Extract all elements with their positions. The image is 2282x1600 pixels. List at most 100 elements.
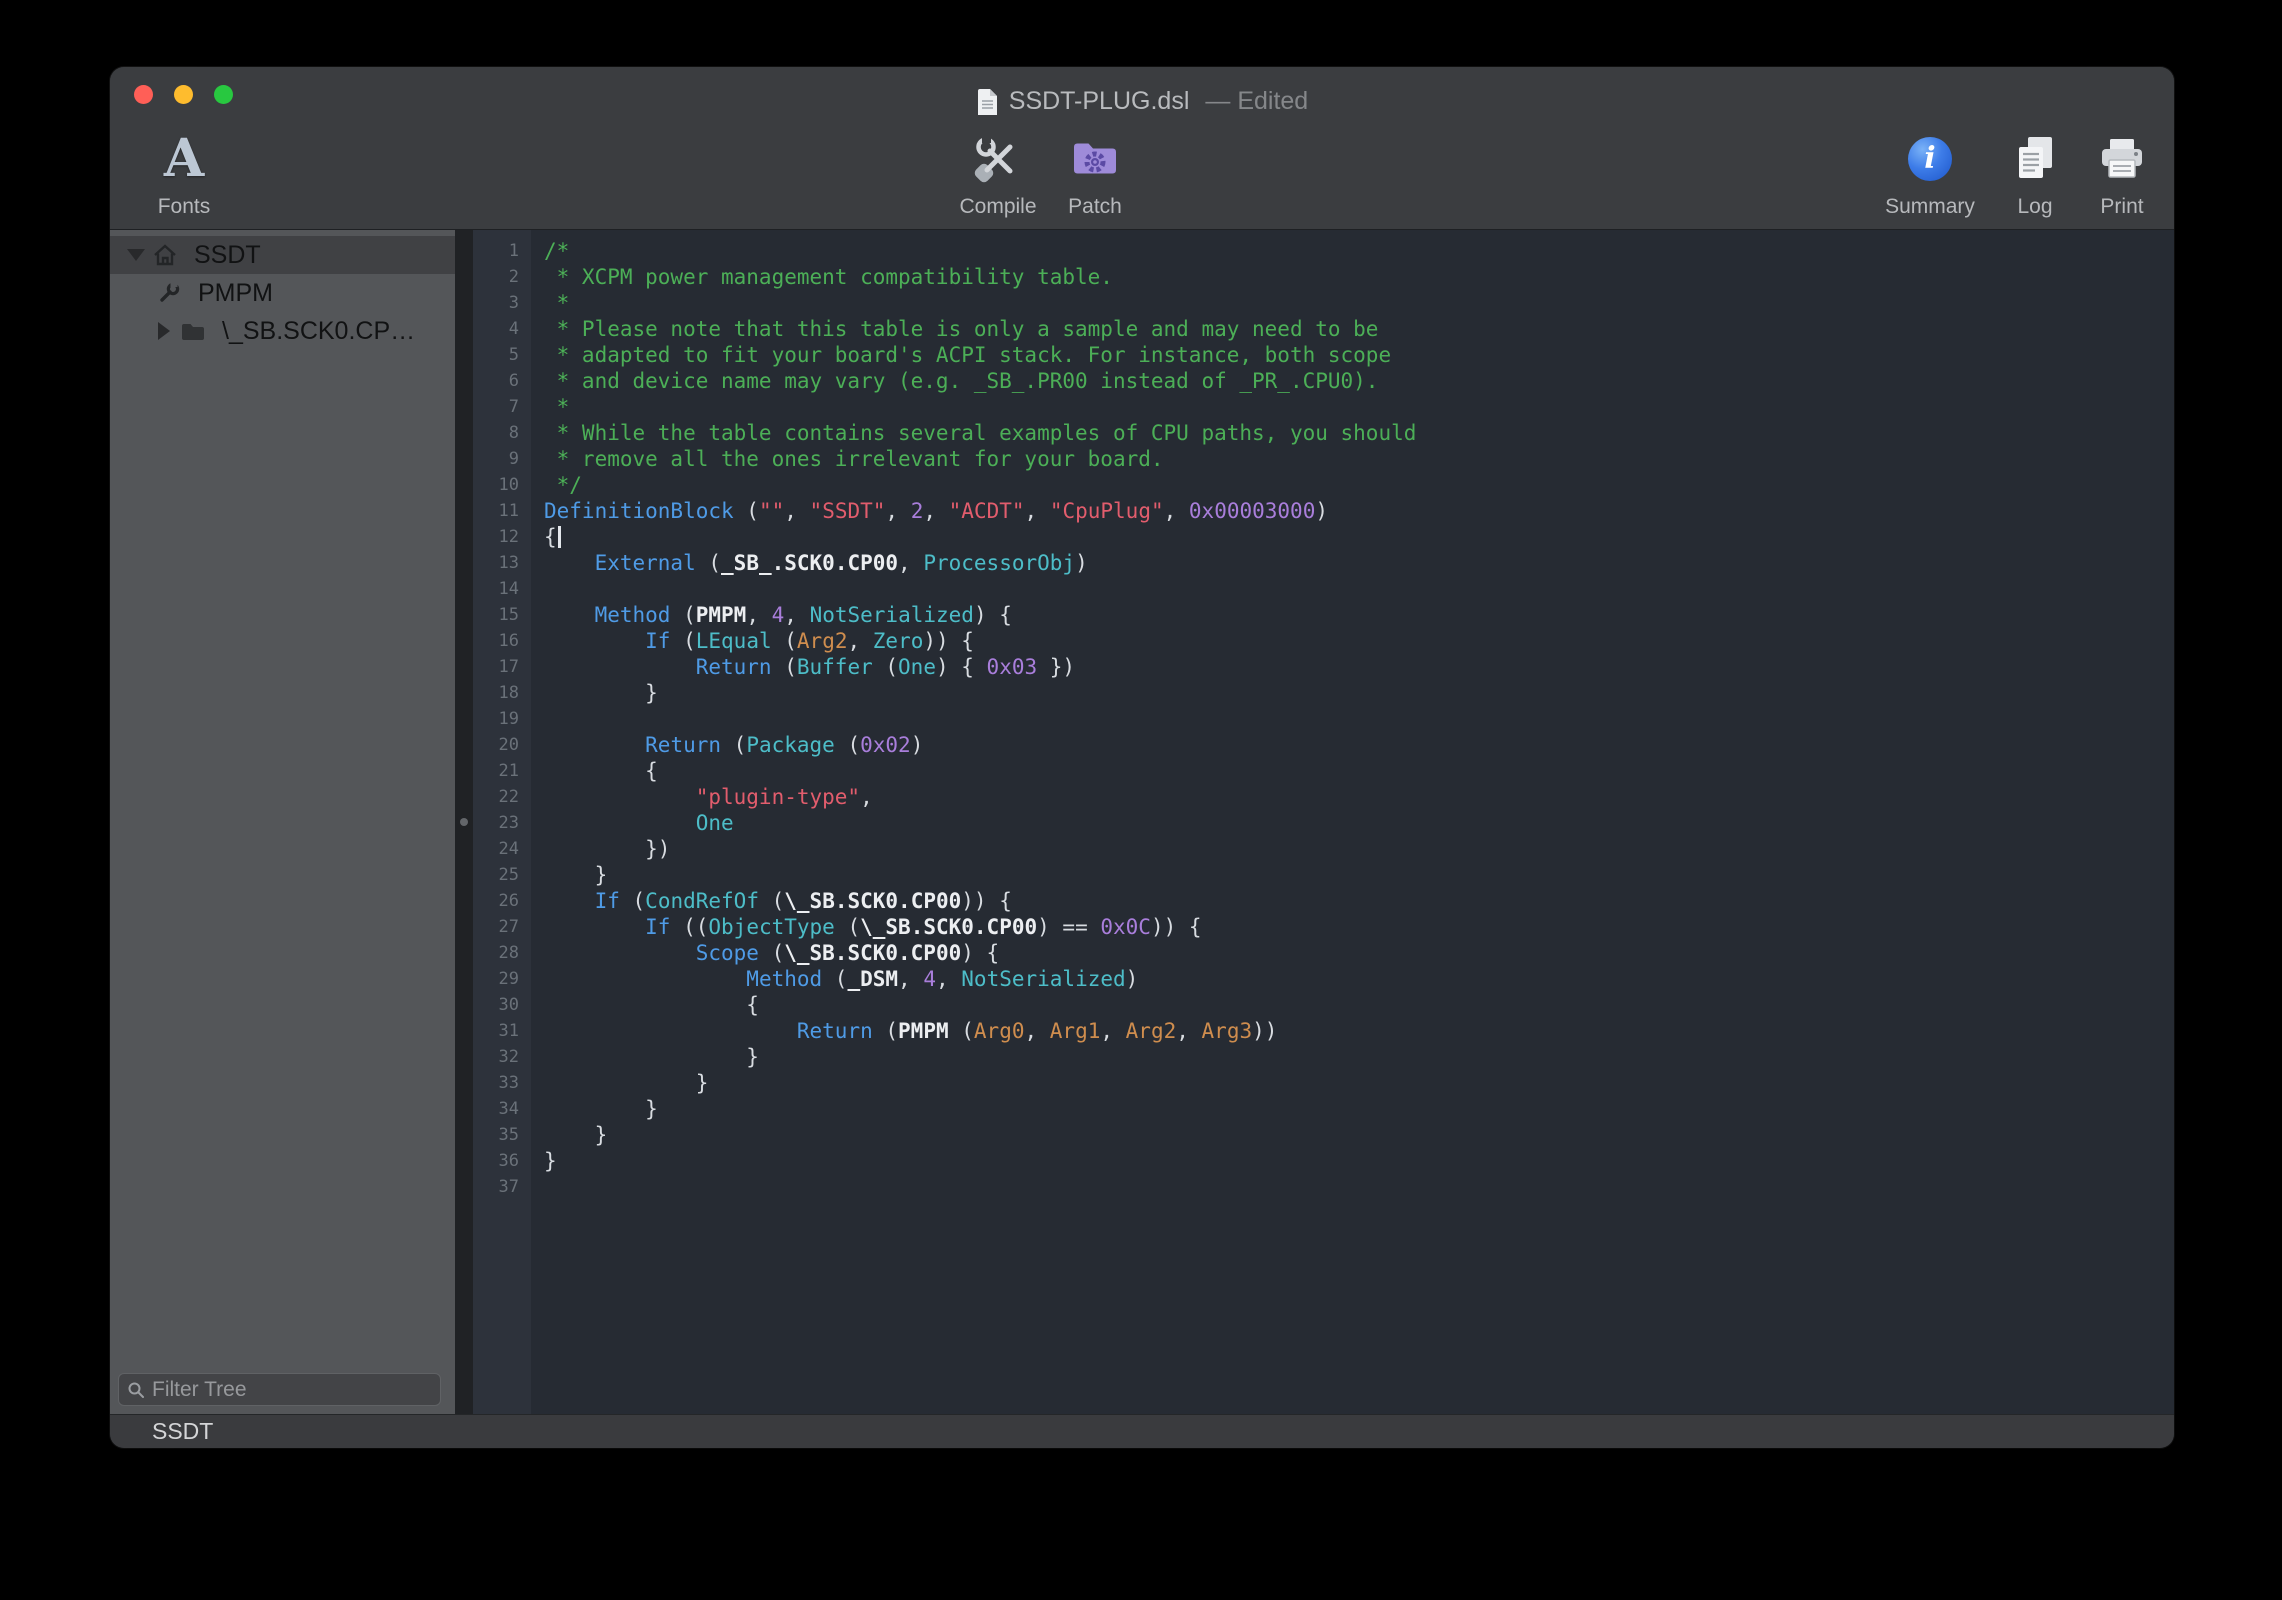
line-number: 30: [473, 992, 531, 1018]
search-icon: [127, 1381, 145, 1399]
folder-icon: [178, 321, 208, 341]
line-number: 35: [473, 1122, 531, 1148]
log-label: Log: [2017, 192, 2052, 217]
code-line[interactable]: 20 Return (Package (0x02): [473, 732, 2174, 758]
code-editor[interactable]: 1/*2 * XCPM power management compatibili…: [473, 230, 2174, 1414]
code-line[interactable]: 33 }: [473, 1070, 2174, 1096]
content-area: SSDT PMPM: [110, 230, 2174, 1414]
print-icon: [2096, 136, 2148, 182]
code-line[interactable]: 8 * While the table contains several exa…: [473, 420, 2174, 446]
tree-item-label: PMPM: [198, 279, 273, 308]
code-line[interactable]: 5 * adapted to fit your board's ACPI sta…: [473, 342, 2174, 368]
code-line[interactable]: 21 {: [473, 758, 2174, 784]
line-number: 31: [473, 1018, 531, 1044]
line-number: 12: [473, 524, 531, 550]
code-line[interactable]: 1/*: [473, 238, 2174, 264]
code-line[interactable]: 29 Method (_DSM, 4, NotSerialized): [473, 966, 2174, 992]
print-button[interactable]: Print: [2090, 125, 2154, 217]
code-line[interactable]: 11DefinitionBlock ("", "SSDT", 2, "ACDT"…: [473, 498, 2174, 524]
line-number: 6: [473, 368, 531, 394]
fonts-icon: A: [164, 133, 204, 185]
code-line[interactable]: 22 "plugin-type",: [473, 784, 2174, 810]
line-number: 3: [473, 290, 531, 316]
fonts-button[interactable]: A Fonts: [136, 125, 232, 217]
line-number: 21: [473, 758, 531, 784]
code-line[interactable]: 28 Scope (\_SB.SCK0.CP00) {: [473, 940, 2174, 966]
window-header: SSDT-PLUG.dsl — Edited A Fonts: [110, 67, 2174, 230]
sidebar-item-sb-sck0[interactable]: \_SB.SCK0.CP…: [110, 312, 455, 350]
code-line[interactable]: 9 * remove all the ones irrelevant for y…: [473, 446, 2174, 472]
code-line[interactable]: 24 }): [473, 836, 2174, 862]
line-number: 29: [473, 966, 531, 992]
house-icon: [150, 242, 180, 268]
titlebar[interactable]: SSDT-PLUG.dsl — Edited: [110, 67, 2174, 121]
window-title-text: SSDT-PLUG.dsl: [1009, 87, 1190, 116]
toolbar-right-group: i Summary Log: [1880, 125, 2154, 217]
code-line[interactable]: 4 * Please note that this table is only …: [473, 316, 2174, 342]
log-button[interactable]: Log: [2006, 125, 2064, 217]
code-line[interactable]: 25 }: [473, 862, 2174, 888]
code-line[interactable]: 36}: [473, 1148, 2174, 1174]
line-number: 13: [473, 550, 531, 576]
line-number: 27: [473, 914, 531, 940]
line-number: 4: [473, 316, 531, 342]
code-line[interactable]: 27 If ((ObjectType (\_SB.SCK0.CP00) == 0…: [473, 914, 2174, 940]
toolbar: A Fonts Compile: [110, 121, 2174, 229]
document-icon: [976, 87, 999, 115]
disclosure-right-icon[interactable]: [150, 322, 178, 340]
line-number: 36: [473, 1148, 531, 1174]
line-number: 8: [473, 420, 531, 446]
line-number: 32: [473, 1044, 531, 1070]
line-number: 2: [473, 264, 531, 290]
code-line[interactable]: 31 Return (PMPM (Arg0, Arg1, Arg2, Arg3)…: [473, 1018, 2174, 1044]
sidebar-item-ssdt[interactable]: SSDT: [110, 236, 455, 274]
code-line[interactable]: 10 */: [473, 472, 2174, 498]
code-line[interactable]: 17 Return (Buffer (One) { 0x03 }): [473, 654, 2174, 680]
code-line[interactable]: 14: [473, 576, 2174, 602]
code-line[interactable]: 13 External (_SB_.SCK0.CP00, ProcessorOb…: [473, 550, 2174, 576]
patch-label: Patch: [1068, 192, 1122, 217]
line-number: 14: [473, 576, 531, 602]
line-number: 28: [473, 940, 531, 966]
line-number: 37: [473, 1174, 531, 1200]
minimize-button[interactable]: [174, 85, 193, 104]
code-line[interactable]: 19: [473, 706, 2174, 732]
code-line[interactable]: 18 }: [473, 680, 2174, 706]
code-line[interactable]: 35 }: [473, 1122, 2174, 1148]
code-line[interactable]: 3 *: [473, 290, 2174, 316]
line-number: 11: [473, 498, 531, 524]
sidebar-item-pmpm[interactable]: PMPM: [110, 274, 455, 312]
compile-button[interactable]: Compile: [953, 125, 1043, 217]
pane-splitter[interactable]: [455, 230, 473, 1414]
code-line[interactable]: 23 One: [473, 810, 2174, 836]
line-number: 15: [473, 602, 531, 628]
code-line[interactable]: 37: [473, 1174, 2174, 1200]
code-line[interactable]: 32 }: [473, 1044, 2174, 1070]
code-line[interactable]: 15 Method (PMPM, 4, NotSerialized) {: [473, 602, 2174, 628]
info-icon: i: [1908, 137, 1952, 181]
status-text: SSDT: [152, 1418, 213, 1445]
code-line[interactable]: 34 }: [473, 1096, 2174, 1122]
line-number: 33: [473, 1070, 531, 1096]
line-number: 10: [473, 472, 531, 498]
ssdt-tree: SSDT PMPM: [110, 230, 455, 350]
code-line[interactable]: 2 * XCPM power management compatibility …: [473, 264, 2174, 290]
line-number: 16: [473, 628, 531, 654]
code-line[interactable]: 6 * and device name may vary (e.g. _SB_.…: [473, 368, 2174, 394]
zoom-button[interactable]: [214, 85, 233, 104]
window-title: SSDT-PLUG.dsl — Edited: [976, 87, 1308, 116]
summary-button[interactable]: i Summary: [1880, 125, 1980, 217]
line-number: 5: [473, 342, 531, 368]
filter-tree-input[interactable]: [152, 1378, 432, 1402]
code-line[interactable]: 16 If (LEqual (Arg2, Zero)) {: [473, 628, 2174, 654]
code-line[interactable]: 30 {: [473, 992, 2174, 1018]
close-button[interactable]: [134, 85, 153, 104]
code-line[interactable]: 12{: [473, 524, 2174, 550]
code-line[interactable]: 26 If (CondRefOf (\_SB.SCK0.CP00)) {: [473, 888, 2174, 914]
sidebar: SSDT PMPM: [110, 230, 455, 1414]
line-number: 24: [473, 836, 531, 862]
patch-button[interactable]: Patch: [1059, 125, 1131, 217]
window-edited-badge: — Edited: [1205, 87, 1308, 116]
code-line[interactable]: 7 *: [473, 394, 2174, 420]
disclosure-down-icon[interactable]: [122, 249, 150, 261]
